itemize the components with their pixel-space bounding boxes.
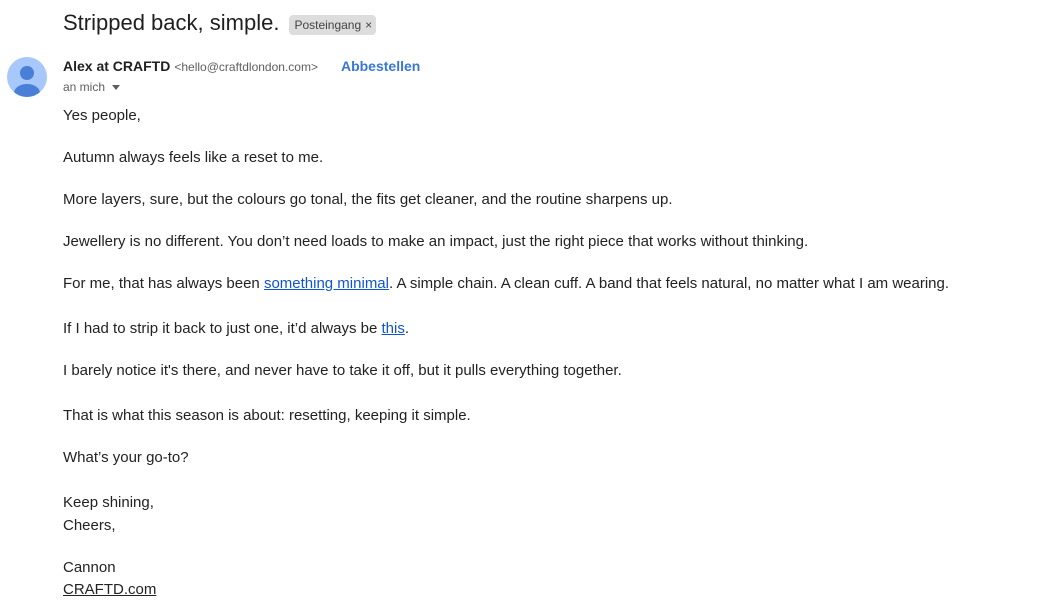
avatar[interactable] [7, 57, 47, 97]
body-paragraph-5: If I had to strip it back to just one, i… [63, 320, 409, 338]
email-subject: Stripped back, simple. [63, 10, 280, 35]
body-paragraph-4: For me, that has always been something m… [63, 275, 949, 293]
recipient-label: an mich [63, 80, 106, 94]
signature-name: Cannon [63, 559, 116, 576]
signoff-line-1: Keep shining, [63, 494, 154, 511]
body-paragraph-2: More layers, sure, but the colours go to… [63, 191, 673, 208]
email-header: Stripped back, simple. Posteingang × [63, 8, 377, 38]
label-chip-text: Posteingang [294, 17, 362, 32]
label-chip-inbox[interactable]: Posteingang × [289, 14, 377, 35]
unsubscribe-link[interactable]: Abbestellen [341, 58, 420, 74]
person-icon [14, 66, 40, 97]
recipient-details-toggle[interactable]: an mich [63, 80, 121, 94]
body-paragraph-8: What’s your go-to? [63, 449, 189, 466]
craftd-website-link[interactable]: CRAFTD.com [63, 581, 156, 598]
body-paragraph-7: That is what this season is about: reset… [63, 407, 471, 424]
this-link[interactable]: this [382, 320, 405, 337]
sender-email: <hello@craftdlondon.com> [174, 60, 318, 74]
body-greeting: Yes people, [63, 107, 141, 124]
p5-text-after: . [404, 320, 410, 337]
sender-info: Alex at CRAFTD <hello@craftdlondon.com> … [63, 58, 420, 74]
p4-text-after: . A simple chain. A clean cuff. A band t… [388, 275, 950, 292]
p5-text-before: If I had to strip it back to just one, i… [63, 320, 382, 337]
signoff-line-2: Cheers, [63, 517, 116, 534]
close-icon[interactable]: × [365, 18, 372, 32]
signature-link-line: CRAFTD.com [63, 581, 156, 599]
something-minimal-link[interactable]: something minimal [264, 275, 389, 292]
body-paragraph-1: Autumn always feels like a reset to me. [63, 149, 324, 166]
sender-name[interactable]: Alex at CRAFTD [63, 58, 170, 74]
chevron-down-icon[interactable] [112, 84, 121, 90]
body-paragraph-3: Jewellery is no different. You don’t nee… [63, 233, 809, 250]
p4-text-before: For me, that has always been [63, 275, 264, 292]
body-paragraph-6: I barely notice it's there, and never ha… [63, 362, 622, 379]
